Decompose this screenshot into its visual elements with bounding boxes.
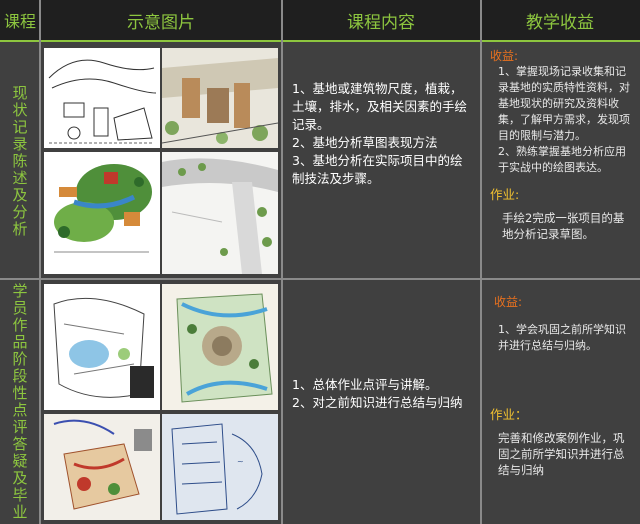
row2-content-line-2: 2、对之前知识进行总结与归纳 bbox=[292, 395, 463, 410]
colored-site-plan bbox=[44, 152, 160, 274]
row1-work-text: 手绘2完成一张项目的基地分析记录草图。 bbox=[502, 211, 625, 241]
row1-content-line-1: 1、基地或建筑物尺度，植栽，土壤，排水，及相关因素的手绘记录。 bbox=[292, 81, 468, 132]
header-gains: 教学收益 bbox=[480, 0, 640, 42]
row1-gain-title: 收益: bbox=[490, 49, 519, 63]
row1-content-line-3: 3、基地分析在实际项目中的绘制技法及步骤。 bbox=[292, 153, 463, 186]
row2-content: 1、总体作业点评与讲解。 2、对之前知识进行总结与归纳 bbox=[282, 280, 480, 524]
row2-images: ~ bbox=[40, 280, 282, 524]
divider-h1 bbox=[0, 278, 640, 280]
course-table: 课程 示意图片 课程内容 教学收益 现状记录陈述及分析 1、基地或建筑物尺度，植… bbox=[0, 0, 640, 524]
row2-gain-title: 收益: bbox=[494, 295, 523, 309]
row2-content-line-1: 1、总体作业点评与讲解。 bbox=[292, 377, 438, 392]
student-color-sketch bbox=[44, 414, 160, 520]
row2-work-text: 完善和修改案例作业，巩固之前所学知识并进行总结与归纳 bbox=[498, 431, 625, 477]
header-content: 课程内容 bbox=[282, 0, 480, 42]
header-images: 示意图片 bbox=[40, 0, 282, 42]
student-plan-sketch bbox=[44, 284, 160, 410]
row1-content-line-2: 2、基地分析草图表现方法 bbox=[292, 135, 438, 150]
row1-gains: 收益: 1、掌握现场记录收集和记录基地的实质特性资料，对基地现状的研究及资料收集… bbox=[482, 44, 640, 278]
row1-gain-line-2: 2、熟练掌握基地分析应用于实战中的绘图表达。 bbox=[498, 145, 626, 174]
building-perspective-sketch bbox=[162, 48, 278, 148]
row1-work-title: 作业: bbox=[490, 187, 520, 202]
site-analysis-drawing bbox=[162, 152, 278, 274]
row2-gains: 收益: 1、学会巩固之前所学知识并进行总结与归纳。 作业： 完善和修改案例作业，… bbox=[482, 280, 640, 524]
svg-text:~: ~ bbox=[237, 457, 244, 466]
header-course: 课程 bbox=[0, 0, 40, 42]
row1-images bbox=[40, 44, 282, 278]
divider-v1 bbox=[39, 0, 41, 524]
divider-v3 bbox=[480, 0, 482, 524]
site-survey-sketch bbox=[44, 48, 160, 148]
row1-course-label: 现状记录陈述及分析 bbox=[12, 83, 28, 238]
row1-content: 1、基地或建筑物尺度，植栽，土壤，排水，及相关因素的手绘记录。 2、基地分析草图… bbox=[282, 44, 480, 278]
row2-course-label: 学员作品阶段性点评答疑及毕业 bbox=[12, 282, 28, 521]
row2-gain-line-1: 1、学会巩固之前所学知识并进行总结与归纳。 bbox=[498, 323, 626, 352]
student-master-plan bbox=[162, 284, 278, 410]
student-blueprint-sketch: ~ bbox=[162, 414, 278, 520]
row2-work-title: 作业： bbox=[490, 407, 528, 422]
divider-v2 bbox=[281, 0, 283, 524]
row1-gain-line-1: 1、掌握现场记录收集和记录基地的实质特性资料，对基地现状的研究及资料收集，了解甲… bbox=[498, 65, 630, 142]
